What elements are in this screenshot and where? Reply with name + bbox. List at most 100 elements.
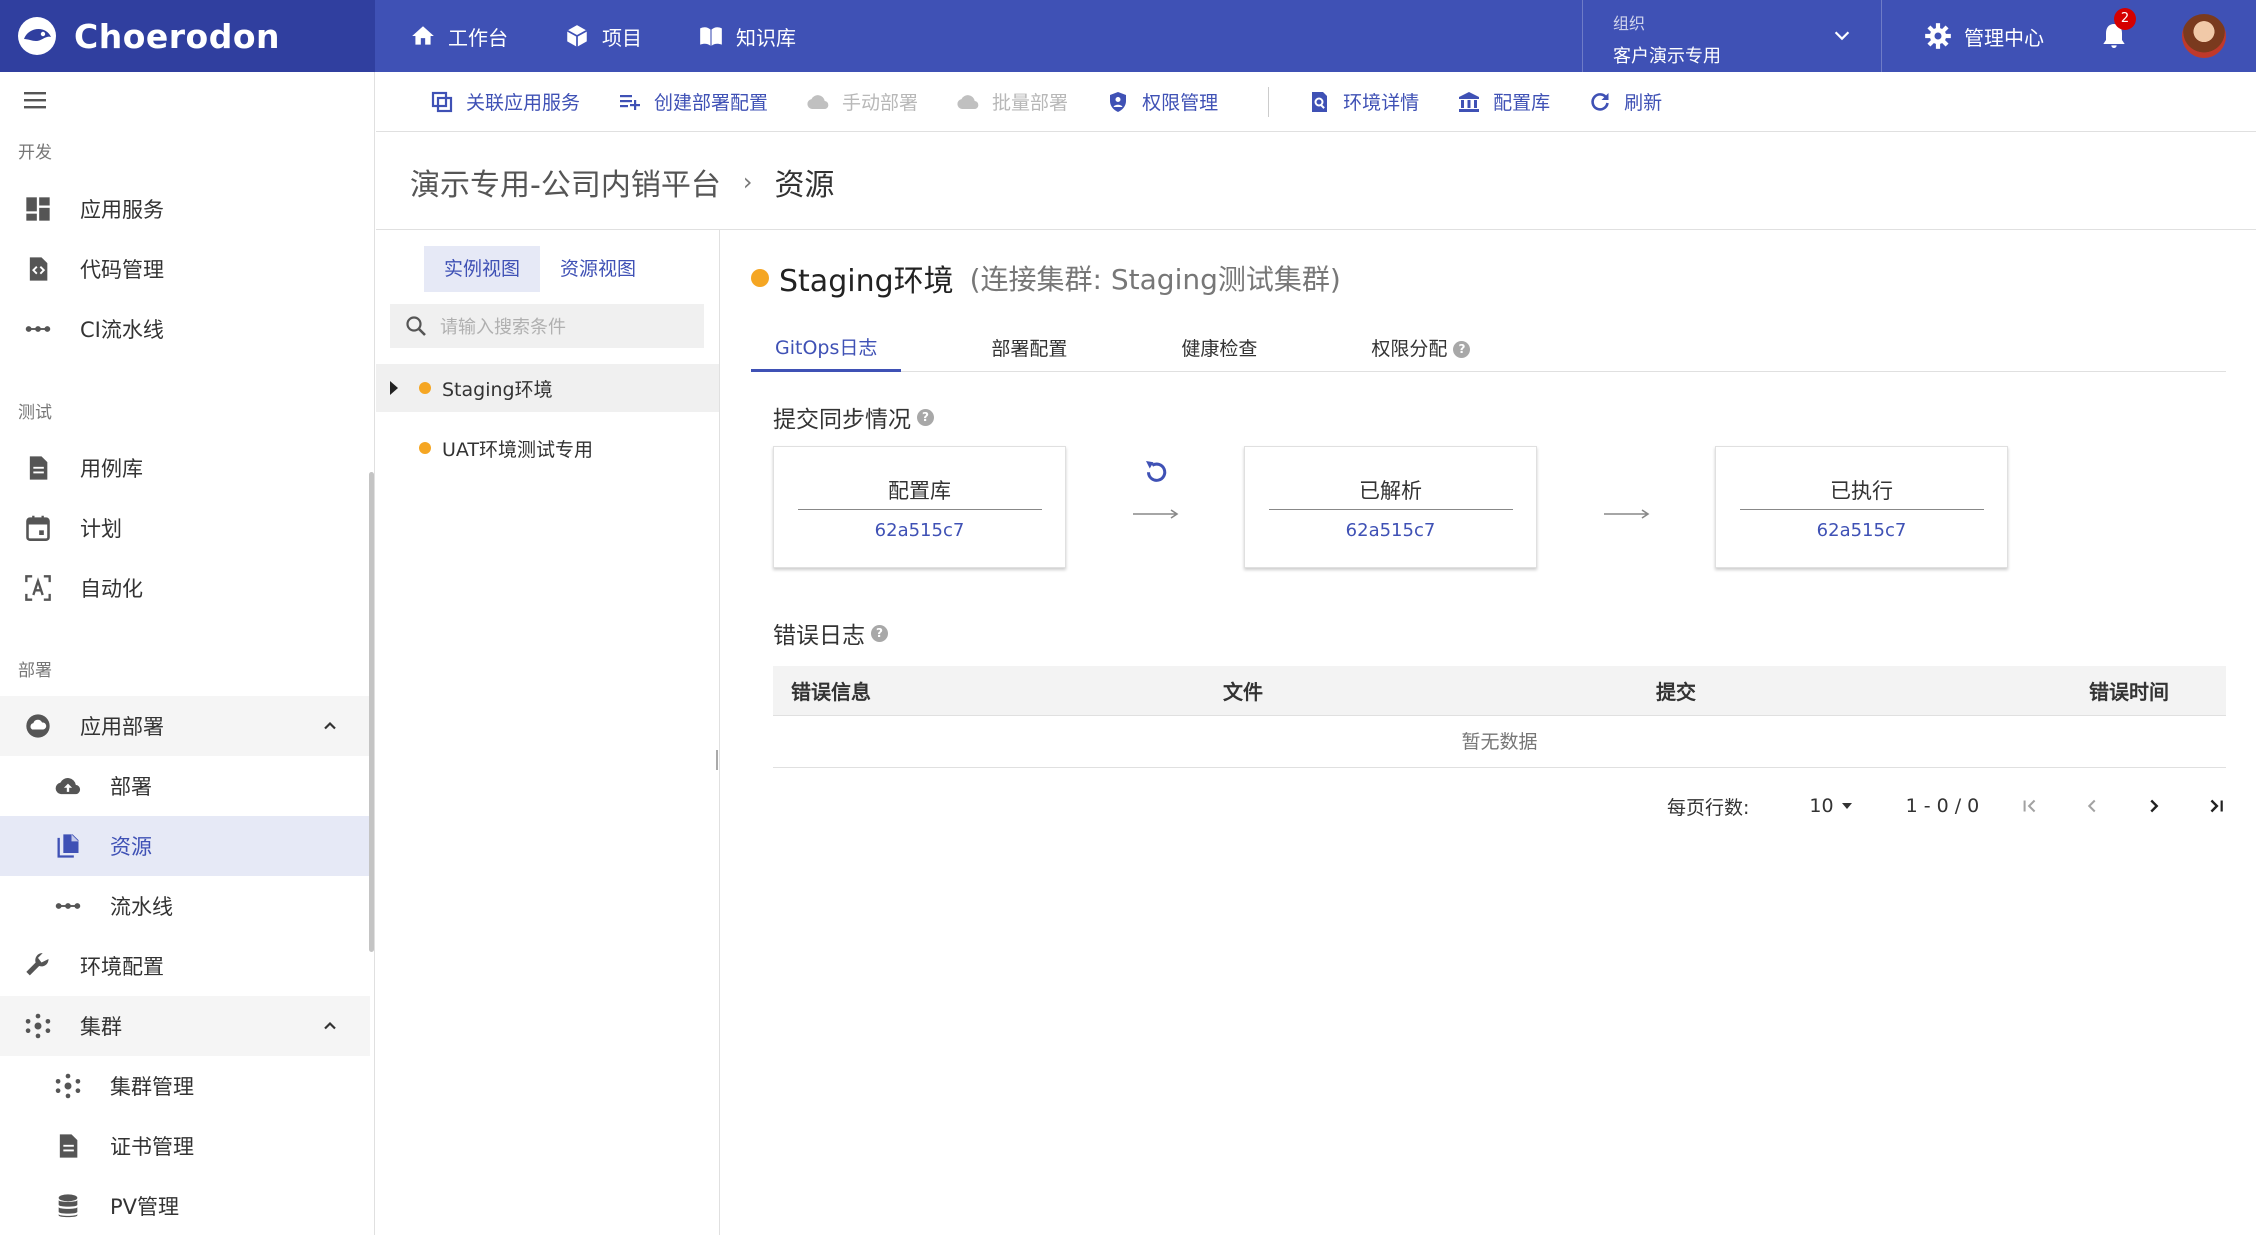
bank-icon — [1459, 91, 1480, 112]
page-size-select[interactable]: 10 — [1809, 795, 1852, 817]
panel-resize-handle[interactable] — [716, 750, 720, 770]
tab-deploy-config[interactable]: 部署配置 — [967, 326, 1091, 372]
permission-mgmt-button[interactable]: 权限管理 — [1106, 88, 1218, 115]
config-repo-label: 配置库 — [1493, 92, 1551, 114]
sidebar-item-pv-mgmt[interactable]: PV管理 — [0, 1176, 370, 1236]
sidebar: 开发 应用服务 代码管理 CI流水线 测试 用例库 计划 自动化 部署 应用部署… — [0, 72, 375, 1235]
gear-icon — [1925, 23, 1951, 49]
env-cluster: (连接集群: Staging测试集群) — [969, 263, 1341, 296]
sidebar-item-cluster[interactable]: 集群 — [0, 996, 370, 1056]
sync-card-repo: 配置库 62a515c7 — [773, 446, 1066, 568]
tab-instance-view[interactable]: 实例视图 — [424, 246, 541, 292]
cluster-icon — [25, 1013, 51, 1039]
breadcrumb: 演示专用-公司内销平台 › 资源 — [410, 160, 834, 204]
admin-center-button[interactable]: 管理中心 — [1924, 0, 2044, 72]
tab-health-check[interactable]: 健康检查 — [1157, 326, 1281, 372]
sidebar-item-resource[interactable]: 资源 — [0, 816, 370, 876]
wrench-icon — [26, 953, 49, 976]
col-error-info[interactable]: 错误信息 — [791, 676, 871, 705]
commit-link[interactable]: 62a515c7 — [1245, 520, 1536, 541]
menu-icon[interactable] — [24, 90, 50, 112]
expand-arrow-icon[interactable] — [390, 381, 398, 395]
tab-resource-view[interactable]: 资源视图 — [540, 246, 656, 292]
logo[interactable]: Choerodon — [0, 0, 375, 72]
tab-gitops-log[interactable]: GitOps日志 — [751, 326, 902, 372]
search-icon — [406, 316, 426, 336]
tree-item-uat[interactable]: UAT环境测试专用 — [376, 424, 719, 472]
sidebar-item-ci[interactable]: CI流水线 — [0, 299, 370, 359]
prev-page-icon[interactable] — [2081, 795, 2103, 817]
sidebar-item-app-service[interactable]: 应用服务 — [0, 179, 370, 239]
toolbar: 关联应用服务 创建部署配置 手动部署 批量部署 权限管理 环境详情 配置库 刷新 — [376, 72, 2256, 132]
config-repo-button[interactable]: 配置库 — [1457, 88, 1550, 115]
help-icon[interactable]: ? — [1453, 340, 1471, 358]
nav-projects[interactable]: 项目 — [564, 22, 642, 51]
sidebar-item-label: CI流水线 — [80, 318, 164, 342]
search-input[interactable]: 请输入搜索条件 — [390, 304, 704, 348]
org-label: 组织 — [1613, 14, 1646, 33]
refresh-label: 刷新 — [1624, 92, 1663, 114]
admin-center-label: 管理中心 — [1964, 25, 2044, 50]
dashboard-icon — [26, 197, 50, 221]
app-name: Choerodon — [74, 16, 280, 56]
tree-item-label: UAT环境测试专用 — [442, 438, 594, 461]
link-service-button[interactable]: 关联应用服务 — [430, 88, 580, 115]
sidebar-item-case-lib[interactable]: 用例库 — [0, 438, 370, 498]
batch-deploy-label: 批量部署 — [992, 92, 1069, 114]
sidebar-item-label: 集群 — [80, 1015, 122, 1039]
help-icon[interactable]: ? — [917, 408, 934, 426]
tab-label: GitOps日志 — [775, 336, 878, 359]
chevron-down-icon — [1834, 31, 1850, 41]
pipeline-icon — [25, 326, 51, 332]
toolbar-divider — [1268, 86, 1270, 117]
sidebar-item-pipeline[interactable]: 流水线 — [0, 876, 370, 936]
env-tabs: GitOps日志 部署配置 健康检查 权限分配? — [751, 326, 2226, 372]
sidebar-item-cert-mgmt[interactable]: 证书管理 — [0, 1116, 370, 1176]
book-icon — [700, 27, 722, 46]
tree-item-staging[interactable]: Staging环境 — [376, 364, 719, 412]
sync-card-executed: 已执行 62a515c7 — [1715, 446, 2008, 568]
col-commit[interactable]: 提交 — [1656, 676, 1696, 705]
env-status-dot — [751, 269, 769, 287]
sidebar-item-code[interactable]: 代码管理 — [0, 239, 370, 299]
sidebar-scrollbar[interactable] — [369, 472, 374, 952]
nav-workbench[interactable]: 工作台 — [410, 22, 508, 51]
sidebar-item-env-config[interactable]: 环境配置 — [0, 936, 370, 996]
batch-deploy-button[interactable]: 批量部署 — [956, 88, 1068, 115]
sidebar-item-label: 环境配置 — [80, 955, 164, 979]
breadcrumb-project[interactable]: 演示专用-公司内销平台 — [410, 160, 721, 204]
first-page-icon[interactable] — [2019, 795, 2041, 817]
avatar[interactable] — [2182, 14, 2226, 58]
create-deploy-config-label: 创建部署配置 — [654, 92, 769, 114]
create-deploy-config-button[interactable]: 创建部署配置 — [618, 88, 768, 115]
col-file[interactable]: 文件 — [1223, 676, 1263, 705]
org-selector[interactable]: 组织 客户演示专用 — [1582, 0, 1882, 72]
tab-permissions[interactable]: 权限分配? — [1347, 326, 1494, 372]
sidebar-item-label: 部署 — [110, 775, 152, 799]
env-name: Staging环境 — [779, 264, 954, 299]
help-icon[interactable]: ? — [871, 624, 888, 642]
commit-link[interactable]: 62a515c7 — [774, 520, 1065, 541]
nav-workbench-label: 工作台 — [448, 25, 508, 50]
sidebar-item-cluster-mgmt[interactable]: 集群管理 — [0, 1056, 370, 1116]
sync-card-title: 已解析 — [1359, 479, 1422, 503]
manual-deploy-button[interactable]: 手动部署 — [806, 88, 918, 115]
sidebar-item-label: 证书管理 — [110, 1135, 194, 1159]
refresh-button[interactable]: 刷新 — [1588, 88, 1662, 115]
sidebar-item-label: 应用部署 — [80, 715, 164, 739]
cloud-icon — [807, 94, 829, 109]
group-deploy: 部署 — [18, 661, 52, 681]
chevron-up-icon — [324, 1021, 336, 1030]
last-page-icon[interactable] — [2205, 795, 2227, 817]
sidebar-item-automation[interactable]: 自动化 — [0, 558, 370, 618]
sidebar-item-app-deploy[interactable]: 应用部署 — [0, 696, 370, 756]
env-details-button[interactable]: 环境详情 — [1307, 88, 1419, 115]
cloud-circle-icon — [26, 714, 50, 738]
nav-knowledge[interactable]: 知识库 — [698, 22, 796, 51]
commit-link[interactable]: 62a515c7 — [1716, 520, 2007, 541]
next-page-icon[interactable] — [2143, 795, 2165, 817]
sidebar-item-deploy[interactable]: 部署 — [0, 756, 370, 816]
col-error-time[interactable]: 错误时间 — [2089, 676, 2169, 705]
playlist-add-icon — [620, 94, 641, 110]
sidebar-item-plan[interactable]: 计划 — [0, 498, 370, 558]
